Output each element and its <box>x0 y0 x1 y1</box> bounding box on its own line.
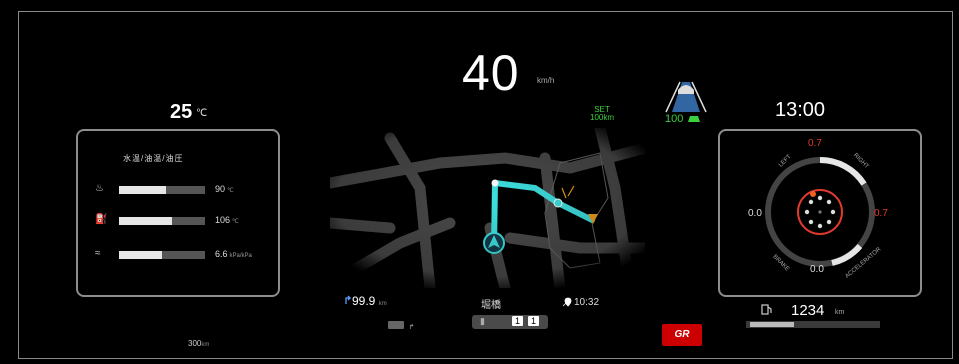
cruising-range-unit: km <box>201 342 210 348</box>
engine-gauge-fill <box>119 217 173 225</box>
speedometer-value: 40 <box>462 45 520 101</box>
acc-set-line2: 100km <box>590 113 615 122</box>
next-turn-distance-value: 99.9 <box>352 294 376 308</box>
speedometer-unit: km/h <box>537 76 555 85</box>
navigation-map <box>330 128 645 288</box>
g-meter-current-point <box>810 191 816 197</box>
car-ahead-icon <box>688 116 700 122</box>
engine-gauges-title: 水温/油温/油圧 <box>123 154 184 163</box>
odometer-value: 1234 <box>791 302 825 319</box>
g-meter-dots <box>804 195 836 229</box>
cruising-range-value: 300 <box>188 339 202 348</box>
cruising-range: 300km <box>188 339 209 348</box>
engine-gauge-unit: ℃ <box>232 219 239 225</box>
next-turn-distance-unit: km <box>378 301 387 307</box>
outside-temp-unit: ℃ <box>196 108 208 119</box>
engine-gauge-number: 6.6 <box>215 249 228 259</box>
shift-indicator-right: 1 <box>528 316 540 326</box>
oil-temp-icon: ⛽ <box>95 214 108 225</box>
shift-indicator-mark: ▮ <box>480 316 485 326</box>
g-meter-brake-label: BRAKE <box>771 254 790 273</box>
g-meter-top-value: 0.7 <box>808 138 822 149</box>
shift-indicator-left: 1 <box>512 316 524 326</box>
turn-arrow-icon <box>345 295 351 304</box>
acc-speed: 100 <box>665 113 684 125</box>
engine-gauge-fill <box>119 186 167 194</box>
g-meter-bottom-value: 0.0 <box>810 264 824 275</box>
g-meter-accel-arc <box>831 243 863 266</box>
engine-gauge-bar <box>119 251 205 259</box>
shift-indicator: ▮ 1 1 <box>472 315 548 329</box>
engine-gauge-value: 6.6 kPa/kPa <box>215 249 252 259</box>
engine-gauge-value: 90 ℃ <box>215 184 234 194</box>
oil-pressure-icon: ≈ <box>95 248 101 259</box>
engine-gauge-bar <box>119 186 205 194</box>
fuel-icon <box>761 304 772 315</box>
lane-guidance-icon: ↱ <box>388 316 424 331</box>
g-meter-lateral-arc <box>819 156 867 186</box>
g-meter-left-value: 0.0 <box>748 208 762 219</box>
fuel-bar-fill <box>750 322 794 327</box>
next-turn-distance: 99.9 km <box>352 294 387 308</box>
coolant-temp-icon: ♨ <box>95 183 104 194</box>
engine-gauge-fill <box>119 251 162 259</box>
outside-temp-value: 25 <box>170 101 193 123</box>
clock: 13:00 <box>775 99 826 121</box>
fuel-bar <box>746 321 880 328</box>
g-meter: LEFT RIGHT BRAKE ACCELERATOR 0.7 0.0 0.7… <box>748 138 888 280</box>
engine-gauge-unit: kPa/kPa <box>229 253 252 259</box>
eta: 10:32 <box>574 297 600 308</box>
g-meter-right-label: RIGHT <box>852 153 870 171</box>
destination-flag-icon <box>562 297 572 307</box>
engine-gauge-value: 106 ℃ <box>215 215 239 225</box>
odometer-unit: km <box>835 309 845 316</box>
g-meter-right-value: 0.7 <box>874 208 888 219</box>
engine-gauge-unit: ℃ <box>227 188 234 194</box>
engine-gauge-number: 106 <box>215 215 231 225</box>
street-name: 堀橋 <box>481 300 501 311</box>
brand-logo: GR <box>662 324 702 346</box>
lane-assist-icon <box>665 81 707 113</box>
acc-set-indicator: SET 100km <box>590 106 614 122</box>
engine-gauge-bar <box>119 217 205 225</box>
engine-gauge-number: 90 <box>215 184 226 194</box>
